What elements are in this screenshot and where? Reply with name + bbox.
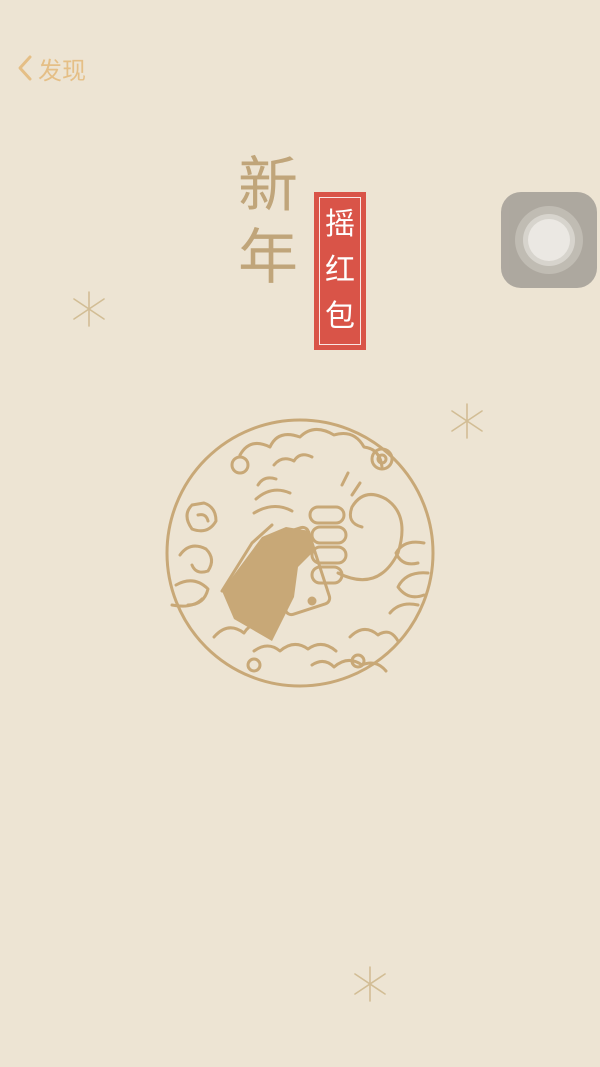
assistive-touch-icon[interactable] [501, 192, 597, 288]
title-char-2: 年 [238, 223, 298, 293]
chevron-left-icon [18, 55, 32, 81]
title-new-year: 新 年 [228, 150, 308, 294]
seal-char-2: 红 [325, 253, 355, 288]
seal-char-3: 包 [325, 299, 355, 334]
shake-phone-emblem-icon[interactable] [162, 415, 438, 691]
back-button[interactable]: 发现 [14, 50, 86, 86]
seal-char-1: 摇 [325, 207, 355, 242]
sparkle-icon [354, 966, 386, 1002]
title-char-1: 新 [238, 151, 298, 221]
back-label: 发现 [38, 56, 86, 85]
title-logo: 新 年 摇 红 包 [228, 150, 378, 360]
shake-red-envelope-screen: 发现 新 年 摇 红 包 [0, 0, 600, 1067]
sparkle-icon [73, 291, 105, 327]
sparkle-icon [451, 403, 483, 439]
red-seal-label: 摇 红 包 [314, 192, 366, 350]
